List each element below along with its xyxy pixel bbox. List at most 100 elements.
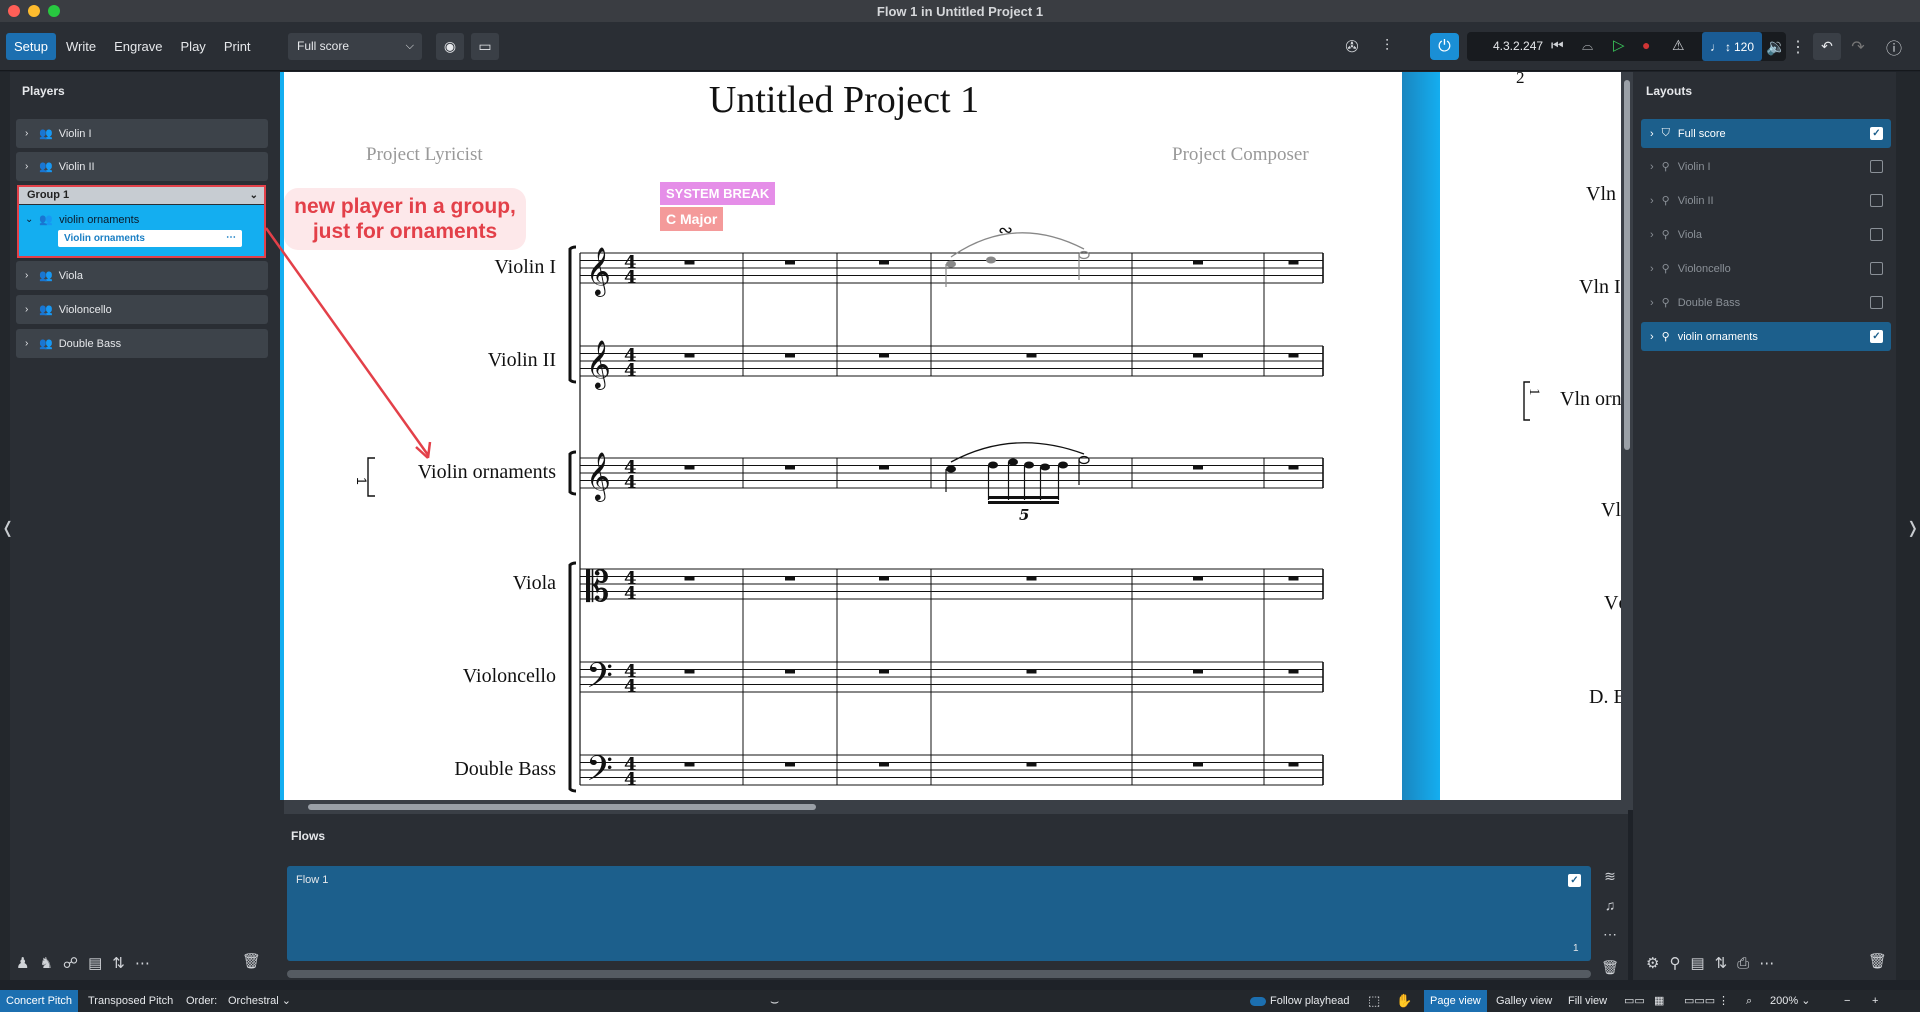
scrollbar-thumb[interactable] <box>308 804 816 810</box>
more-options-icon[interactable]: ⋯ <box>135 954 150 972</box>
trash-icon[interactable]: 🗑 <box>1598 955 1622 979</box>
transposed-pitch-toggle[interactable]: Transposed Pitch <box>82 990 179 1012</box>
fill-view-button[interactable]: Fill view <box>1562 990 1613 1012</box>
spread-icon[interactable]: ▭▭ <box>1618 990 1651 1012</box>
record-icon[interactable]: ● <box>1642 37 1650 53</box>
flow-checkbox[interactable]: ✓ <box>1568 874 1581 887</box>
layout-checkbox[interactable] <box>1870 228 1883 241</box>
whole-rest <box>1026 576 1037 581</box>
mode-tab-engrave[interactable]: Engrave <box>106 33 170 60</box>
mode-tab-write[interactable]: Write <box>58 33 104 60</box>
player-card-violin-2[interactable]: › 👥 Violin II <box>16 152 268 181</box>
full-screen-button[interactable]: ▭ <box>471 33 499 60</box>
score-page-1[interactable]: 𝄞 4 4 𝄞 4 4 𝄞 4 4 𝄡 4 4 𝄢 4 4 𝄢 4 4 1 ∾ 5 <box>284 72 1402 800</box>
tempo-display[interactable]: ♩ ↕ 120 <box>1702 32 1762 61</box>
rewind-icon[interactable]: ⏮ <box>1551 37 1564 54</box>
collapse-right-icon[interactable]: ❭ <box>1906 518 1919 538</box>
layout-checkbox[interactable] <box>1870 194 1883 207</box>
collapse-left-icon[interactable]: ❬ <box>1 518 14 538</box>
player-card-violin-1[interactable]: › 👥 Violin I <box>16 119 268 148</box>
loop-icon[interactable]: ⌓ <box>1582 37 1593 54</box>
follow-playhead-switch[interactable]: Follow playhead <box>1244 990 1356 1012</box>
key-signature-signpost[interactable]: C Major <box>660 207 724 231</box>
mode-tab-print[interactable]: Print <box>216 33 259 60</box>
player-card-violoncello[interactable]: › 👥 Violoncello <box>16 295 268 324</box>
instrument-card-violin-ornaments[interactable]: Violin ornaments ⋯ <box>58 230 242 247</box>
bracket <box>568 245 577 384</box>
order-select[interactable]: Orchestral ⌄ <box>222 990 297 1012</box>
layout-item-double-bass[interactable]: › ⚲ Double Bass <box>1641 288 1891 317</box>
selection-tool-icon[interactable]: ⬚ <box>1362 990 1386 1012</box>
trash-icon[interactable]: 🗑 <box>1868 952 1887 970</box>
flows-scrollbar[interactable] <box>287 970 1591 978</box>
add-layout-icon[interactable]: ⚙ <box>1646 954 1659 972</box>
layout-item-full-score[interactable]: › ⛉ Full score ✓ <box>1641 119 1891 148</box>
layout-checkbox[interactable]: ✓ <box>1870 330 1883 343</box>
minimize-window-button[interactable] <box>28 5 40 17</box>
staff-label-double-bass: Double Bass <box>454 758 556 780</box>
zoom-window-button[interactable] <box>48 5 60 17</box>
zoom-in-button[interactable]: + <box>1866 990 1884 1012</box>
player-card-viola[interactable]: › 👥 Viola <box>16 261 268 290</box>
layout-item-viola[interactable]: › ⚲ Viola <box>1641 220 1891 249</box>
layout-checkbox[interactable]: ✓ <box>1870 127 1883 140</box>
add-flow-icon[interactable]: ≋ <box>1598 864 1622 888</box>
activate-project-button[interactable]: ⏻ <box>1430 33 1459 60</box>
instrument-menu-icon[interactable]: ⋯ <box>226 229 236 246</box>
zoom-out-button[interactable]: − <box>1838 990 1856 1012</box>
mode-tab-play[interactable]: Play <box>173 33 214 60</box>
more-icon[interactable]: ⋮ <box>1790 33 1806 60</box>
beam <box>988 496 1059 499</box>
add-ensemble-icon[interactable]: ☍ <box>63 954 78 972</box>
layout-checkbox[interactable] <box>1870 160 1883 173</box>
more-options-icon[interactable]: ⋯ <box>1759 954 1774 972</box>
layout-selector[interactable]: Full score ⌵ <box>288 33 422 60</box>
player-card-violin-ornaments[interactable]: ⌄ 👥 violin ornaments <box>25 213 139 227</box>
scrollbar-thumb[interactable] <box>1624 80 1630 450</box>
sort-players-icon[interactable]: ⇅ <box>112 954 125 972</box>
grid-icon[interactable]: ▦ <box>1648 990 1670 1012</box>
sort-layouts-icon[interactable]: ⇅ <box>1715 954 1728 972</box>
video-icon[interactable]: ✇ <box>1340 33 1364 60</box>
layout-options-icon[interactable]: ▤ <box>1690 954 1704 972</box>
help-icon[interactable]: ⓘ <box>1880 33 1908 60</box>
mixer-icon[interactable]: ⫶ <box>1375 33 1399 60</box>
trash-icon[interactable]: 🗑 <box>242 952 261 970</box>
system-break-signpost[interactable]: SYSTEM BREAK <box>660 182 776 205</box>
metronome-icon[interactable]: ⚠ <box>1672 37 1685 54</box>
print-layout-icon[interactable]: ⎙ <box>1737 955 1749 972</box>
layout-checkbox[interactable] <box>1870 262 1883 275</box>
layout-item-violin-1[interactable]: › ⚲ Violin I <box>1641 152 1891 181</box>
page-view-button[interactable]: Page view <box>1424 990 1487 1012</box>
add-part-icon[interactable]: ⚲ <box>1669 954 1680 972</box>
hide-panels-button[interactable]: ◉ <box>436 33 464 60</box>
layout-checkbox[interactable] <box>1870 296 1883 309</box>
close-window-button[interactable] <box>8 5 20 17</box>
layout-item-violoncello[interactable]: › ⚲ Violoncello <box>1641 254 1891 283</box>
add-solo-player-icon[interactable]: ♟ <box>16 954 29 972</box>
galley-view-button[interactable]: Galley view <box>1490 990 1558 1012</box>
add-section-player-icon[interactable]: ♞ <box>39 954 52 972</box>
play-icon[interactable]: ▷ <box>1613 36 1625 54</box>
speaker-icon[interactable]: 🔉 <box>1766 33 1786 60</box>
note-icon[interactable]: ♫ <box>1598 893 1622 917</box>
score-horizontal-scrollbar[interactable] <box>284 800 1628 814</box>
layout-item-violin-2[interactable]: › ⚲ Violin II <box>1641 186 1891 215</box>
player-card-double-bass[interactable]: › 👥 Double Bass <box>16 329 268 358</box>
score-vertical-scrollbar[interactable] <box>1621 72 1633 810</box>
player-properties-icon[interactable]: ▤ <box>88 954 102 972</box>
undo-button[interactable]: ↶ <box>1813 33 1841 60</box>
hand-tool-icon[interactable]: ✋ <box>1390 990 1418 1012</box>
collapse-bottom-icon[interactable]: ⌣ <box>764 990 785 1012</box>
zoom-search-icon[interactable]: ⌕ <box>1740 990 1758 1012</box>
concert-pitch-toggle[interactable]: Concert Pitch <box>0 990 79 1012</box>
whole-rest <box>1026 669 1037 674</box>
redo-icon[interactable]: ↷ <box>1846 33 1870 60</box>
vertical-pages-icon[interactable]: ⋮ <box>1712 990 1735 1012</box>
zoom-select[interactable]: 200% ⌄ <box>1764 990 1816 1012</box>
more-options-icon[interactable]: ⋯ <box>1598 922 1622 946</box>
mode-tab-setup[interactable]: Setup <box>6 33 56 60</box>
layout-item-violin-ornaments[interactable]: › ⚲ violin ornaments ✓ <box>1641 322 1891 351</box>
flow-card-1[interactable] <box>287 866 1591 961</box>
group-1-header[interactable]: Group 1 ⌄ <box>19 187 264 204</box>
